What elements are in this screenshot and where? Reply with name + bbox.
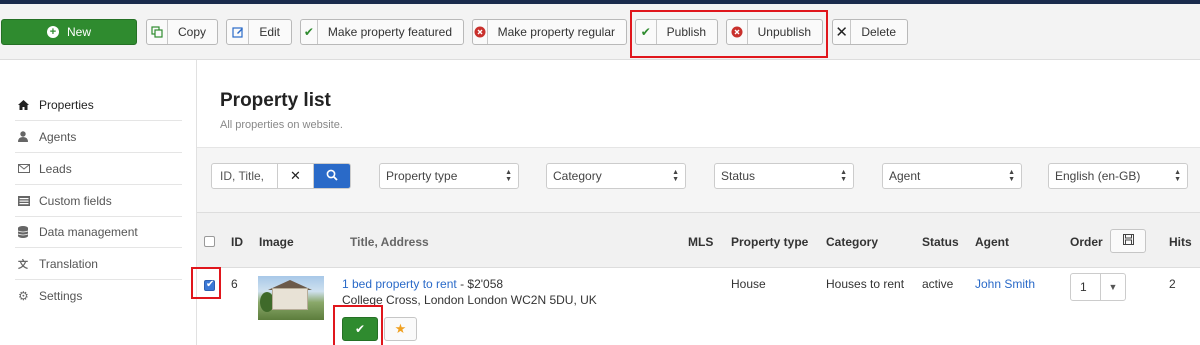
copy-icon	[147, 20, 168, 44]
save-icon	[1122, 234, 1134, 248]
make-featured-label: Make property featured	[327, 25, 452, 39]
new-button[interactable]: + New	[1, 19, 137, 45]
row-title-line: 1 bed property to rent - $2'058	[342, 277, 503, 291]
featured-toggle-button[interactable]: ★	[384, 317, 417, 341]
remove-circle-icon	[473, 20, 488, 44]
row-agent-link[interactable]: John Smith	[975, 277, 1035, 291]
select-arrows-icon: ▲ ▼	[672, 169, 679, 183]
sidebar-item-settings[interactable]: ⚙ Settings	[15, 280, 182, 312]
highlight-box-publish-toggle	[333, 305, 383, 345]
home-icon	[15, 99, 39, 110]
user-icon	[15, 131, 39, 142]
header-property-type[interactable]: Property type	[731, 235, 808, 249]
header-category[interactable]: Category	[826, 235, 878, 249]
page-subtitle: All properties on website.	[220, 119, 343, 131]
plus-circle-icon: +	[46, 26, 59, 38]
order-value: 1	[1071, 274, 1101, 300]
select-arrows-icon: ▲ ▼	[1174, 169, 1181, 183]
language-select[interactable]: English (en-GB) ▲ ▼	[1048, 163, 1188, 189]
sidebar-item-translation[interactable]: 文 Translation	[15, 248, 182, 280]
agent-select[interactable]: Agent ▲ ▼	[882, 163, 1022, 189]
header-order[interactable]: Order	[1070, 235, 1103, 249]
clear-search-button[interactable]: ✕	[278, 164, 314, 188]
sidebar-item-label: Leads	[39, 161, 72, 176]
translate-icon: 文	[18, 260, 28, 271]
property-price: - $2'058	[456, 277, 504, 291]
search-group: ID, Title, ✕	[211, 163, 351, 189]
copy-button-label: Copy	[177, 25, 206, 39]
delete-button-label: Delete	[861, 25, 896, 39]
make-regular-label: Make property regular	[497, 25, 615, 39]
category-value: Category	[553, 169, 602, 183]
page-title: Property list	[220, 90, 331, 111]
database-icon	[15, 225, 39, 238]
thumbnail-house	[272, 288, 308, 310]
category-select[interactable]: Category ▲ ▼	[546, 163, 686, 189]
close-icon: ✕	[833, 20, 852, 44]
header-title-address[interactable]: Title, Address	[350, 235, 429, 249]
edit-icon	[227, 20, 250, 44]
make-regular-button[interactable]: Make property regular	[472, 19, 627, 45]
property-type-value: Property type	[386, 169, 458, 183]
property-title-link[interactable]: 1 bed property to rent	[342, 277, 457, 291]
sidebar-item-data-management[interactable]: Data management	[15, 216, 182, 248]
row-id: 6	[231, 277, 238, 291]
star-icon: ★	[394, 321, 407, 336]
status-value: Status	[721, 169, 756, 183]
language-value: English (en-GB)	[1055, 169, 1141, 183]
select-all-checkbox[interactable]	[204, 236, 215, 247]
header-agent[interactable]: Agent	[975, 235, 1009, 249]
sidebar-item-properties[interactable]: Properties	[15, 89, 182, 121]
agent-value: Agent	[889, 169, 921, 183]
row-property-type: House	[731, 277, 766, 291]
header-mls[interactable]: MLS	[688, 235, 713, 249]
sidebar-item-label: Data management	[39, 224, 138, 239]
close-icon: ✕	[290, 168, 301, 183]
delete-button[interactable]: ✕ Delete	[832, 19, 908, 45]
edit-button-label: Edit	[259, 25, 280, 39]
gear-icon: ⚙	[18, 289, 29, 303]
search-input[interactable]: ID, Title,	[212, 164, 278, 188]
select-arrows-icon: ▲ ▼	[840, 169, 847, 183]
highlight-box-publish	[630, 10, 828, 58]
check-icon: ✔	[301, 20, 318, 44]
row-hits: 2	[1169, 277, 1176, 291]
header-status[interactable]: Status	[922, 235, 959, 249]
sidebar-item-label: Agents	[39, 129, 77, 144]
envelope-icon	[15, 164, 39, 173]
new-button-label: New	[66, 25, 91, 39]
property-thumbnail[interactable]	[258, 276, 324, 320]
chevron-down-icon: ▼	[1108, 282, 1118, 292]
search-icon	[326, 169, 338, 184]
sidebar-item-label: Settings	[39, 289, 83, 303]
edit-button[interactable]: Edit	[226, 19, 292, 45]
highlight-box-checkbox	[191, 267, 221, 299]
header-image: Image	[259, 235, 294, 249]
search-button[interactable]	[314, 164, 350, 188]
header-id[interactable]: ID	[231, 235, 243, 249]
header-hits[interactable]: Hits	[1169, 235, 1192, 249]
search-placeholder: ID, Title,	[220, 169, 265, 183]
sidebar-item-label: Translation	[39, 256, 98, 271]
order-select[interactable]: 1 ▼	[1070, 273, 1126, 301]
sidebar-item-custom-fields[interactable]: Custom fields	[15, 185, 182, 217]
select-arrows-icon: ▲ ▼	[505, 169, 512, 183]
save-order-button[interactable]	[1110, 229, 1146, 253]
sidebar-item-label: Custom fields	[39, 193, 112, 208]
toolbar: + New Copy Edit ✔ Make property featured…	[0, 4, 1200, 60]
status-select[interactable]: Status ▲ ▼	[714, 163, 854, 189]
list-icon	[15, 195, 39, 206]
copy-button[interactable]: Copy	[146, 19, 218, 45]
row-status: active	[922, 277, 954, 291]
make-featured-button[interactable]: ✔ Make property featured	[300, 19, 464, 45]
row-category: Houses to rent	[826, 277, 905, 291]
sidebar-item-leads[interactable]: Leads	[15, 153, 182, 185]
select-arrows-icon: ▲ ▼	[1008, 169, 1015, 183]
sidebar-item-label: Properties	[39, 97, 94, 112]
property-type-select[interactable]: Property type ▲ ▼	[379, 163, 519, 189]
sidebar-item-agents[interactable]: Agents	[15, 121, 182, 153]
